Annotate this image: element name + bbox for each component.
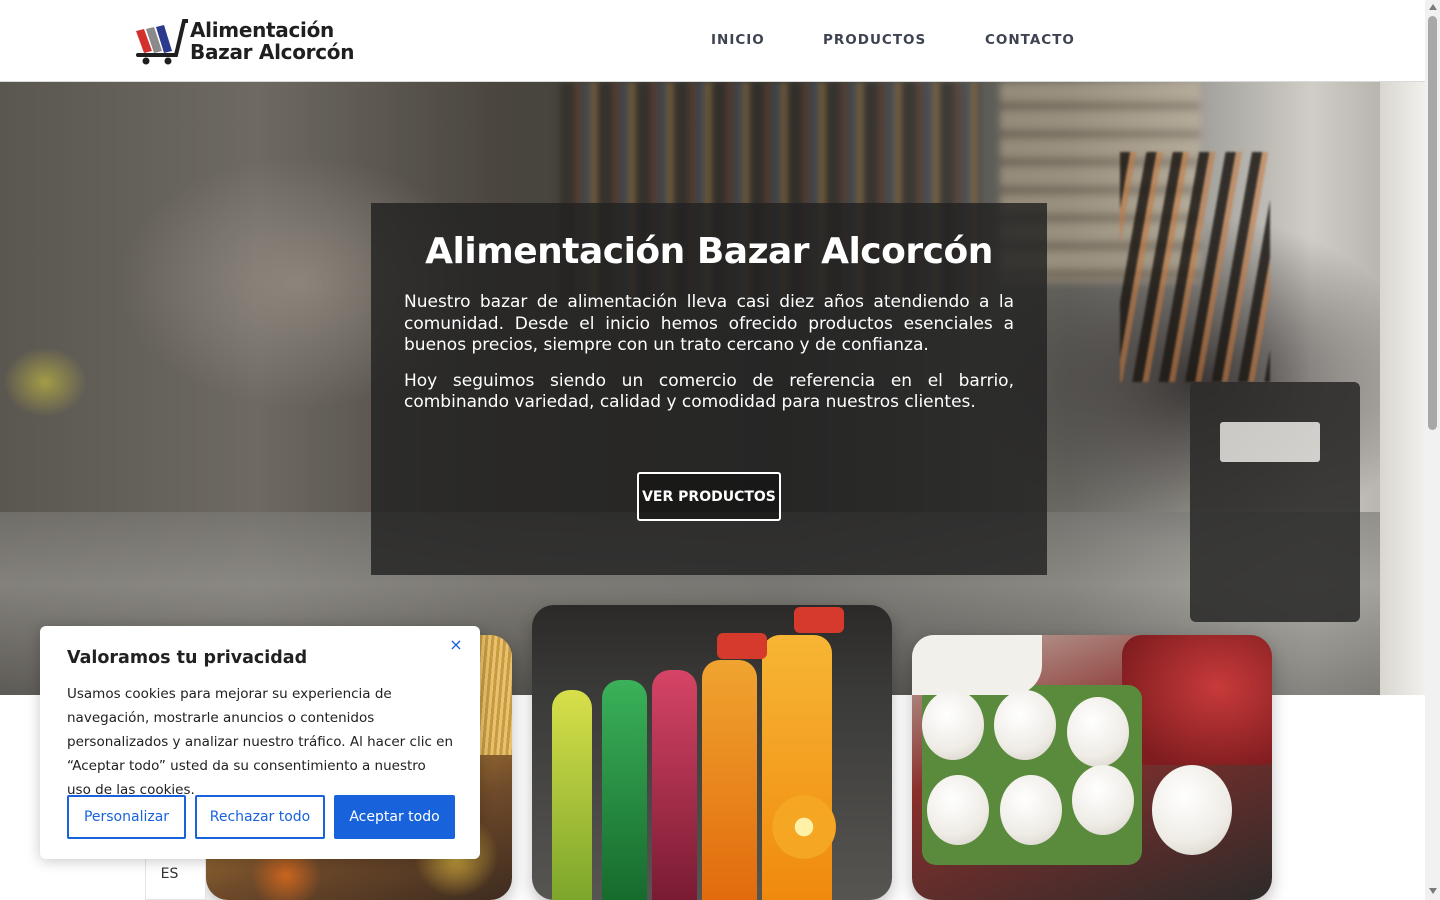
- scroll-up-icon[interactable]: [1429, 4, 1437, 10]
- egg-image: [922, 690, 984, 760]
- cookie-banner: × Valoramos tu privacidad Usamos cookies…: [40, 626, 480, 859]
- hero-paragraph-1: Nuestro bazar de alimentación lleva casi…: [404, 292, 1014, 355]
- shopping-cart-icon: [132, 17, 190, 65]
- egg-image: [927, 775, 989, 845]
- bottle-cap-image: [717, 633, 767, 659]
- hero-background-hooks: [1120, 152, 1270, 382]
- egg-image: [994, 690, 1056, 760]
- site-header: Alimentación Bazar Alcorcón INICIO PRODU…: [0, 0, 1425, 82]
- nav-link-contacto[interactable]: CONTACTO: [985, 32, 1075, 48]
- cookie-body: Usamos cookies para mejorar su experienc…: [67, 686, 454, 798]
- page-scrollbar[interactable]: [1425, 0, 1440, 900]
- site-logo[interactable]: Alimentación Bazar Alcorcón: [132, 16, 362, 66]
- meat-image: [1122, 635, 1272, 765]
- egg-image: [1067, 697, 1129, 767]
- logo-line-1: Alimentación: [190, 18, 334, 42]
- bottle-image: [652, 670, 697, 900]
- hero-background-pillar: [1380, 82, 1425, 695]
- close-icon[interactable]: ×: [446, 634, 466, 654]
- cookie-title: Valoramos tu privacidad: [67, 648, 308, 668]
- reject-all-button[interactable]: Rechazar todo: [195, 795, 325, 839]
- nav-link-productos[interactable]: PRODUCTOS: [823, 32, 926, 48]
- logo-text: Alimentación Bazar Alcorcón: [190, 19, 354, 63]
- milk-bottle-image: [912, 635, 1042, 695]
- hero-card: Alimentación Bazar Alcorcón Nuestro baza…: [371, 203, 1047, 575]
- hero-section: Alimentación Bazar Alcorcón Nuestro baza…: [0, 82, 1425, 695]
- accept-all-button[interactable]: Aceptar todo: [334, 795, 455, 839]
- view-products-button[interactable]: VER PRODUCTOS: [637, 472, 781, 521]
- egg-image: [1152, 765, 1232, 855]
- egg-image: [1072, 765, 1134, 835]
- bottle-image: [762, 635, 832, 900]
- scrollbar-thumb[interactable]: [1428, 16, 1437, 430]
- hero-title: Alimentación Bazar Alcorcón: [425, 231, 993, 272]
- customize-cookies-button[interactable]: Personalizar: [67, 795, 186, 839]
- cookie-buttons: Personalizar Rechazar todo Aceptar todo: [67, 795, 455, 839]
- bottle-cap-image: [794, 607, 844, 633]
- bottle-image: [702, 660, 757, 900]
- scroll-down-icon[interactable]: [1429, 888, 1437, 894]
- bottle-image: [552, 690, 592, 900]
- product-card-drinks[interactable]: [532, 605, 892, 900]
- nav-link-inicio[interactable]: INICIO: [711, 32, 765, 48]
- orange-slice-image: [772, 795, 836, 859]
- egg-image: [1000, 775, 1062, 845]
- hero-background-register: [1190, 382, 1360, 622]
- logo-line-2: Bazar Alcorcón: [190, 40, 355, 64]
- hero-paragraph-2: Hoy seguimos siendo un comercio de refer…: [404, 370, 1014, 413]
- bottle-image: [602, 680, 647, 900]
- product-card-fresh[interactable]: [912, 635, 1272, 900]
